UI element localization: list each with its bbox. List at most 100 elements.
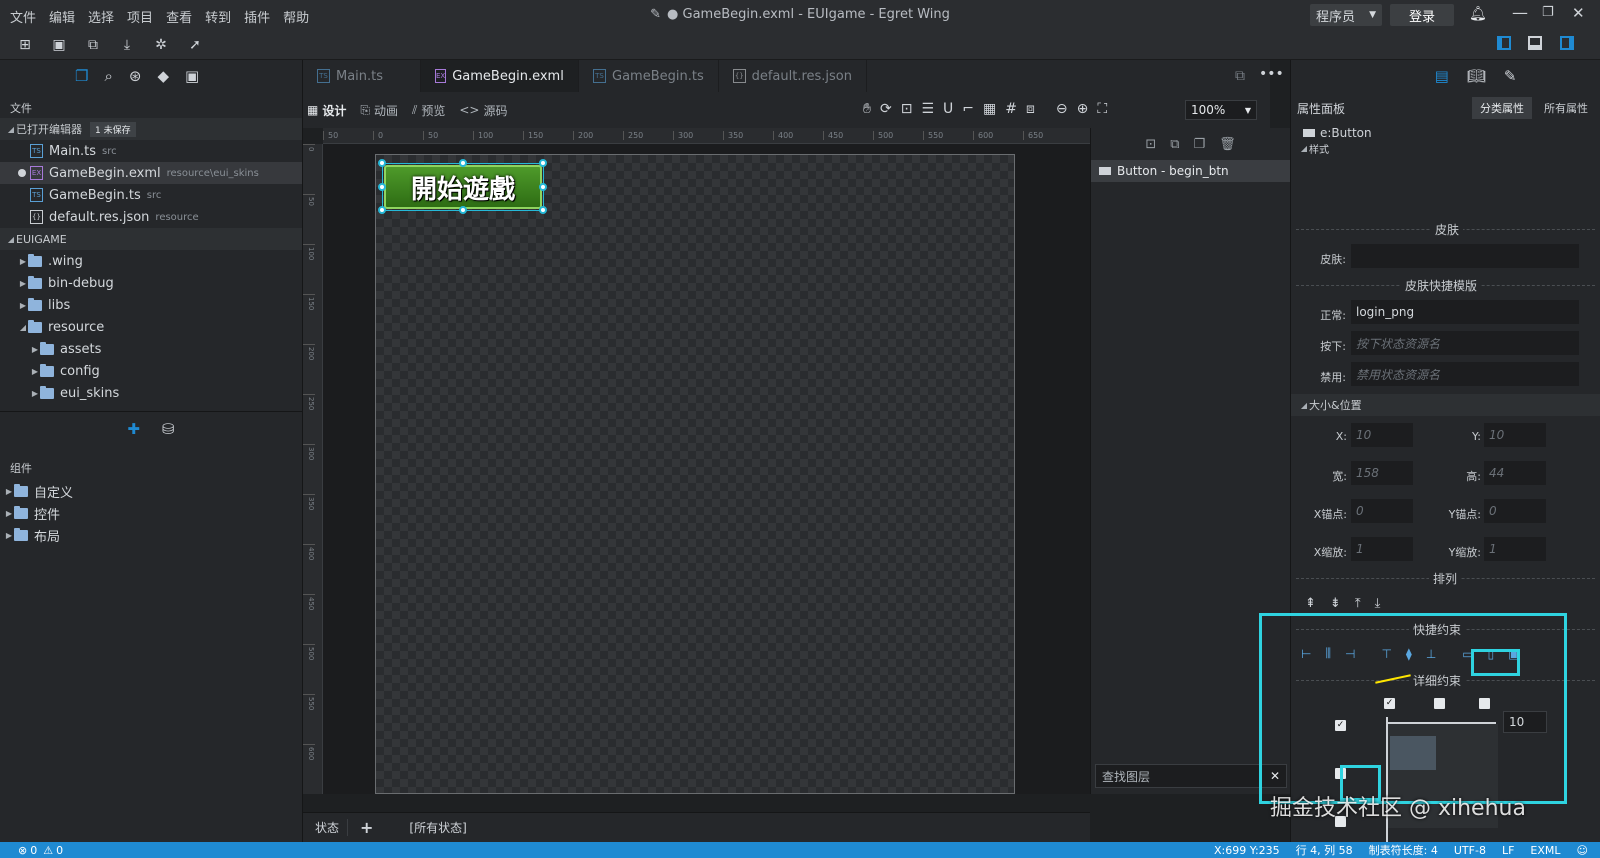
book-icon[interactable]: 📖︎ — [1467, 67, 1486, 85]
zoom-select[interactable]: 100% ▼ — [1185, 100, 1257, 120]
split-editor-icon[interactable]: ⧉ — [1235, 68, 1245, 84]
all-props-tab[interactable]: 所有属性 — [1538, 97, 1594, 119]
send-backward-icon[interactable]: ⤒ — [1355, 596, 1361, 611]
stage-area[interactable] — [375, 154, 1015, 794]
constraint-right-input[interactable]: 10 — [1503, 711, 1547, 733]
align-left-icon[interactable]: ⊢ — [1301, 647, 1311, 661]
source-mode-button[interactable]: <> 源码 — [459, 102, 507, 119]
category-props-tab[interactable]: 分类属性 — [1472, 97, 1532, 119]
fill-width-icon[interactable]: ▭ — [1462, 647, 1473, 661]
bring-forward-icon[interactable]: ⇟ — [1330, 596, 1341, 611]
align-right-icon[interactable]: ⊣ — [1345, 647, 1355, 661]
project-header[interactable]: ◢ EUIGAME — [0, 228, 302, 250]
folder-item[interactable]: ▶ assets — [0, 338, 302, 360]
center-horizontal-icon[interactable]: ⫼ — [1325, 646, 1331, 661]
disabled-state-input[interactable]: 禁用状态资源名 — [1351, 362, 1579, 386]
language-mode[interactable]: EXML — [1530, 844, 1560, 857]
guides-icon[interactable]: # — [1005, 101, 1017, 117]
minimize-icon[interactable]: — — [1512, 3, 1528, 22]
save-icon[interactable]: ▣ — [50, 36, 68, 54]
resource-icon[interactable]: ⊛ — [129, 67, 142, 85]
tab-size[interactable]: 制表符长度: 4 — [1369, 842, 1438, 858]
tab-gamebegin-exml[interactable]: EX GameBegin.exml — [421, 60, 579, 92]
width-input[interactable]: 158 — [1351, 461, 1413, 485]
fit-screen-icon[interactable]: ⛶ — [1097, 101, 1107, 117]
run-icon[interactable]: ➚ — [186, 36, 204, 54]
height-input[interactable]: 44 — [1484, 461, 1546, 485]
open-file-item[interactable]: {} default.res.json resource — [0, 206, 302, 228]
feedback-icon[interactable]: ☺ — [1577, 844, 1588, 857]
toggle-bottom-panel-icon[interactable] — [1528, 36, 1542, 50]
publish-icon[interactable]: ⤓ — [118, 36, 136, 54]
constraint-top-checkbox[interactable]: ✓ — [1335, 720, 1346, 731]
constraint-left-checkbox[interactable]: ✓ — [1384, 698, 1395, 709]
ungroup-icon[interactable]: ⧉ — [1170, 137, 1179, 152]
component-category[interactable]: ▶ 自定义 — [0, 480, 302, 502]
git-icon[interactable]: ◆ — [157, 67, 169, 85]
component-category[interactable]: ▶ 布局 — [0, 524, 302, 546]
layer-item[interactable]: Button - begin_btn — [1091, 160, 1290, 182]
preview-mode-button[interactable]: ⫽ 预览 — [412, 102, 445, 119]
toggle-left-panel-icon[interactable] — [1497, 36, 1511, 50]
layer-search-input[interactable]: 查找图层 ✕ — [1095, 764, 1287, 788]
constraint-hcenter-checkbox[interactable] — [1434, 698, 1445, 709]
role-select[interactable]: 程序员 ▼ — [1310, 4, 1382, 26]
tab-main-ts[interactable]: TS Main.ts — [303, 60, 421, 92]
x-input[interactable]: 10 — [1351, 423, 1413, 447]
copy-icon[interactable]: ❐ — [1194, 137, 1206, 152]
folder-item[interactable]: ▶ libs — [0, 294, 302, 316]
constraint-bottom-checkbox[interactable] — [1335, 816, 1346, 827]
design-mode-button[interactable]: ▦ 设计 — [307, 102, 346, 119]
error-icon[interactable]: ⊗ — [18, 844, 27, 857]
add-state-button[interactable]: + — [348, 818, 385, 837]
folder-item[interactable]: ▶ .wing — [0, 250, 302, 272]
fill-height-icon[interactable]: ▯ — [1488, 647, 1495, 661]
anchor-x-input[interactable]: 0 — [1351, 499, 1413, 523]
delete-icon[interactable]: 🗑︎ — [1219, 137, 1236, 152]
animation-mode-button[interactable]: ⎘ 动画 — [360, 102, 398, 119]
zoom-in-icon[interactable]: ⊕ — [1077, 101, 1089, 117]
bring-to-front-icon[interactable]: ⇞ — [1305, 596, 1316, 611]
login-button[interactable]: 登录 — [1390, 4, 1454, 26]
component-category[interactable]: ▶ 控件 — [0, 502, 302, 524]
extensions-icon[interactable]: ▣ — [185, 67, 199, 85]
y-input[interactable]: 10 — [1484, 423, 1546, 447]
refresh-icon[interactable]: ⟳ — [880, 101, 892, 117]
constraint-right-checkbox[interactable] — [1479, 698, 1490, 709]
zoom-out-icon[interactable]: ⊖ — [1056, 101, 1068, 117]
grid-icon[interactable]: ▦ — [983, 101, 996, 117]
style-section-header[interactable]: ◢ 样式 — [1291, 142, 1600, 155]
open-editors-header[interactable]: ◢ 已打开编辑器 1 未保存 — [0, 118, 302, 140]
scale-y-input[interactable]: 1 — [1484, 537, 1546, 561]
properties-icon[interactable]: ▤ — [1435, 67, 1449, 85]
size-section-header[interactable]: ◢ 大小&位置 — [1291, 394, 1600, 416]
brush-icon[interactable]: ✎ — [1504, 67, 1517, 85]
explorer-icon[interactable]: ❐ — [75, 67, 88, 85]
new-file-icon[interactable]: ⊞ — [16, 36, 34, 54]
ruler-icon[interactable]: ⌐ — [962, 101, 974, 117]
skin-input[interactable] — [1351, 244, 1579, 268]
cursor-position[interactable]: 行 4, 列 58 — [1296, 842, 1353, 858]
more-icon[interactable]: ••• — [1259, 66, 1284, 82]
debug-icon[interactable]: ✲ — [152, 36, 170, 54]
normal-state-input[interactable]: login_png — [1351, 300, 1579, 324]
hand-icon[interactable]: ✋︎ — [863, 101, 871, 117]
constraint-vcenter-checkbox[interactable] — [1335, 768, 1346, 779]
search-icon[interactable]: ⌕ — [104, 67, 112, 85]
line-ending[interactable]: LF — [1502, 844, 1514, 857]
open-file-item-active[interactable]: EX GameBegin.exml resource\eui_skins — [0, 162, 302, 184]
folder-item[interactable]: ▶ eui_skins — [0, 382, 302, 404]
layers-icon[interactable]: ☰ — [921, 101, 934, 117]
align-bottom-icon[interactable]: ⊥ — [1426, 647, 1436, 661]
send-to-back-icon[interactable]: ⤓ — [1375, 596, 1381, 611]
begin-button[interactable]: 開始遊戲 — [384, 165, 542, 209]
group-icon[interactable]: ⊡ — [1145, 137, 1156, 152]
open-file-item[interactable]: TS GameBegin.ts src — [0, 184, 302, 206]
plugin-icon[interactable]: ✚ — [127, 420, 140, 438]
save-all-icon[interactable]: ⧉ — [84, 36, 102, 54]
encoding[interactable]: UTF-8 — [1454, 844, 1486, 857]
bell-icon[interactable]: 🔔︎ — [1469, 6, 1487, 22]
center-vertical-icon[interactable]: ⧫ — [1406, 647, 1412, 661]
tab-default-res-json[interactable]: {} default.res.json — [719, 60, 867, 92]
open-file-item[interactable]: TS Main.ts src — [0, 140, 302, 162]
